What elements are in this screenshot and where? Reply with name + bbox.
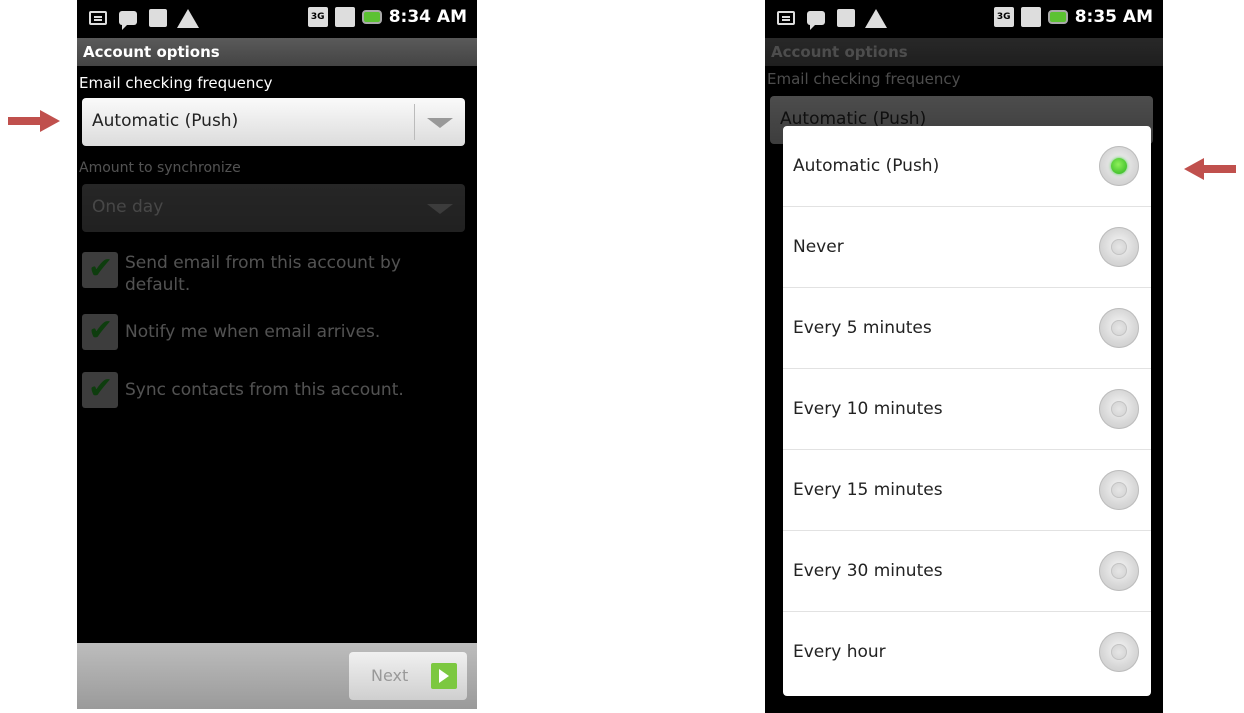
option-label: Never <box>793 237 844 257</box>
keyboard-icon <box>775 8 797 28</box>
frequency-label: Email checking frequency <box>79 74 273 92</box>
option-label: Every hour <box>793 642 886 662</box>
annotation-arrow-right <box>8 110 60 132</box>
spinner-divider <box>414 104 415 140</box>
left-phone-screen: 3G 8:34 AM Account options Email checkin… <box>77 0 477 709</box>
battery-icon <box>1047 10 1068 24</box>
next-button[interactable]: Next <box>349 652 467 700</box>
checkbox-label: Sync contacts from this account. <box>125 380 404 400</box>
option-label: Automatic (Push) <box>793 156 940 176</box>
checkbox-label: Notify me when email arrives. <box>125 322 381 342</box>
frequency-spinner[interactable]: Automatic (Push) <box>82 98 465 146</box>
dropdown-arrow-icon <box>427 118 453 128</box>
radio-selected-icon[interactable] <box>1099 146 1139 186</box>
page-title: Account options <box>765 38 1163 66</box>
signal-icon <box>1020 7 1041 27</box>
radio-icon[interactable] <box>1099 227 1139 267</box>
dropdown-arrow-icon <box>427 204 453 214</box>
radio-icon[interactable] <box>1099 470 1139 510</box>
radio-icon[interactable] <box>1099 308 1139 348</box>
bottom-button-bar: Next <box>77 643 477 709</box>
radio-icon[interactable] <box>1099 632 1139 672</box>
option-every-30-minutes[interactable]: Every 30 minutes <box>783 531 1151 612</box>
message-icon <box>117 8 139 30</box>
checkbox[interactable]: ✔ <box>82 252 118 288</box>
status-time: 8:35 AM <box>1074 7 1153 27</box>
frequency-label: Email checking frequency <box>767 70 961 88</box>
option-every-hour[interactable]: Every hour <box>783 612 1151 693</box>
usb-icon <box>147 8 169 28</box>
warning-icon <box>177 8 199 28</box>
sync-amount-value: One day <box>92 197 164 217</box>
sync-amount-label: Amount to synchronize <box>79 160 241 176</box>
checkbox-label: Send email from this account by default. <box>125 253 401 295</box>
message-icon <box>805 8 827 30</box>
right-phone-screen: 3G 8:35 AM Account options Email checkin… <box>765 0 1163 713</box>
checkbox[interactable]: ✔ <box>82 372 118 408</box>
option-every-10-minutes[interactable]: Every 10 minutes <box>783 369 1151 450</box>
annotation-arrow-left <box>1184 158 1236 180</box>
arrow-right-icon <box>431 663 457 689</box>
frequency-options-dialog: Automatic (Push) Never Every 5 minutes E… <box>783 126 1151 696</box>
option-automatic-push[interactable]: Automatic (Push) <box>783 126 1151 207</box>
checkmark-icon: ✔ <box>88 313 114 348</box>
signal-icon <box>334 7 355 27</box>
usb-icon <box>835 8 857 28</box>
checkbox-sync-contacts[interactable]: ✔ Sync contacts from this account. <box>82 372 462 408</box>
frequency-value: Automatic (Push) <box>92 111 239 131</box>
checkmark-icon: ✔ <box>88 371 114 406</box>
keyboard-icon <box>87 8 109 28</box>
option-every-5-minutes[interactable]: Every 5 minutes <box>783 288 1151 369</box>
warning-icon <box>865 8 887 28</box>
checkmark-icon: ✔ <box>88 251 114 286</box>
checkbox-notify[interactable]: ✔ Notify me when email arrives. <box>82 314 462 350</box>
option-label: Every 10 minutes <box>793 399 943 419</box>
3g-icon: 3G <box>307 7 328 27</box>
checkbox-default-account[interactable]: ✔ Send email from this account by defaul… <box>82 252 462 298</box>
battery-icon <box>361 10 382 24</box>
option-label: Every 30 minutes <box>793 561 943 581</box>
radio-icon[interactable] <box>1099 389 1139 429</box>
option-label: Every 15 minutes <box>793 480 943 500</box>
page-title: Account options <box>77 38 477 66</box>
next-label: Next <box>371 666 409 685</box>
sync-amount-spinner[interactable]: One day <box>82 184 465 232</box>
radio-icon[interactable] <box>1099 551 1139 591</box>
option-never[interactable]: Never <box>783 207 1151 288</box>
3g-icon: 3G <box>993 7 1014 27</box>
option-label: Every 5 minutes <box>793 318 932 338</box>
status-bar: 3G 8:35 AM <box>765 0 1163 38</box>
status-time: 8:34 AM <box>388 7 467 27</box>
option-every-15-minutes[interactable]: Every 15 minutes <box>783 450 1151 531</box>
checkbox[interactable]: ✔ <box>82 314 118 350</box>
status-bar: 3G 8:34 AM <box>77 0 477 38</box>
